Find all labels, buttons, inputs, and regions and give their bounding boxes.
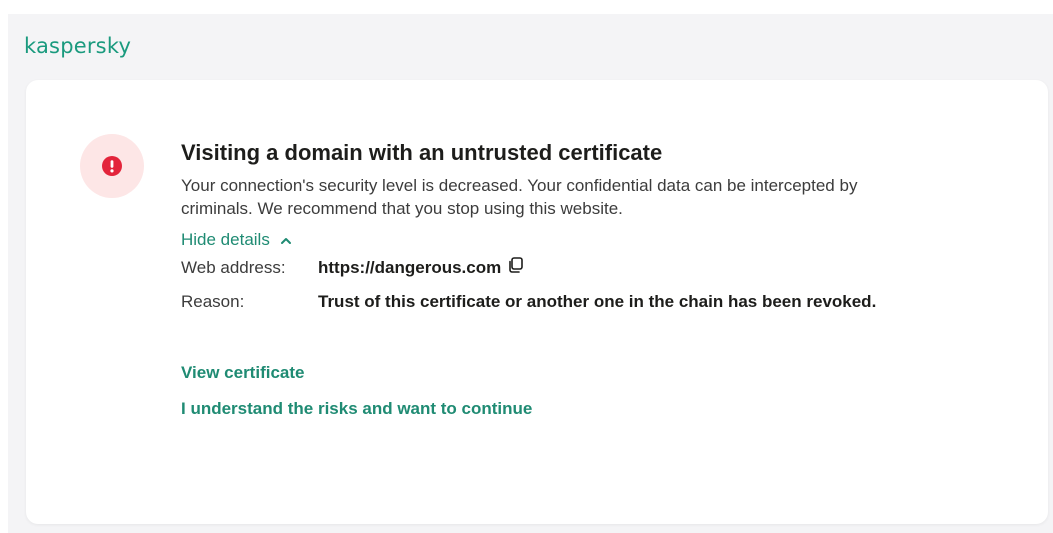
kaspersky-logo: kaspersky: [24, 34, 132, 58]
hide-details-toggle[interactable]: Hide details: [181, 230, 292, 250]
web-address-value: https://dangerous.com: [318, 258, 502, 277]
chevron-up-icon: [280, 230, 292, 250]
warning-content: Visiting a domain with an untrusted cert…: [181, 140, 1021, 420]
alert-badge: [80, 134, 144, 198]
action-links: View certificate I understand the risks …: [181, 362, 1021, 420]
reason-row: Reason: Trust of this certificate or ano…: [181, 292, 1021, 312]
page-background: kaspersky Visiting a domain with an untr…: [8, 14, 1053, 533]
web-address-row: Web address: https://dangerous.com: [181, 256, 1021, 278]
warning-title: Visiting a domain with an untrusted cert…: [181, 140, 663, 165]
warning-description: Your connection's security level is decr…: [181, 176, 858, 218]
reason-value: Trust of this certificate or another one…: [318, 292, 877, 311]
hide-details-label: Hide details: [181, 230, 270, 249]
exclamation-icon: [102, 156, 122, 176]
copy-icon[interactable]: [507, 256, 525, 274]
warning-card: Visiting a domain with an untrusted cert…: [26, 80, 1048, 524]
continue-anyway-link[interactable]: I understand the risks and want to conti…: [181, 398, 1021, 420]
reason-label: Reason:: [181, 292, 245, 311]
web-address-label: Web address:: [181, 258, 286, 277]
view-certificate-link[interactable]: View certificate: [181, 362, 1021, 384]
